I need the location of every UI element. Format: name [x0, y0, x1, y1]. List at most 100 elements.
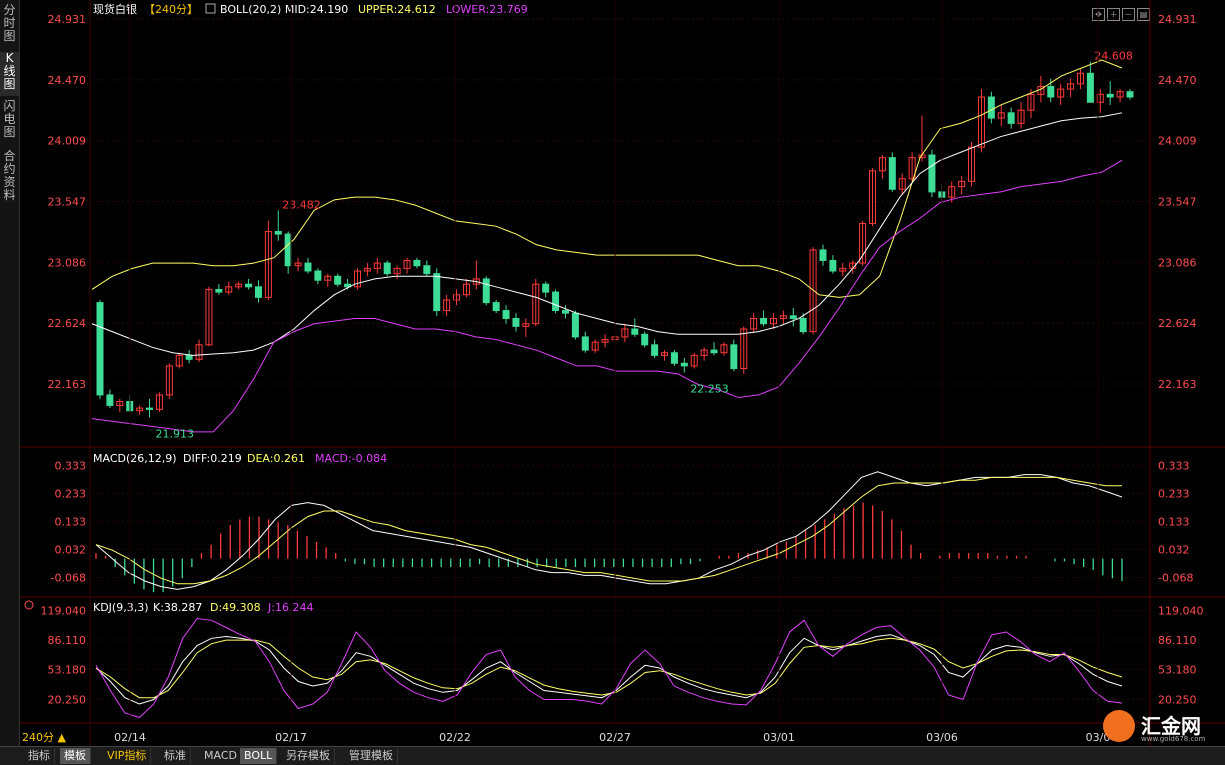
header-boll-mid: BOLL(20,2) MID:24.190 [220, 3, 348, 16]
macd-header-name: MACD(26,12,9) [93, 452, 177, 465]
bottom-tab-1[interactable]: 模板 [60, 748, 91, 764]
y-tick-left: 22.624 [48, 317, 87, 330]
candle-body [146, 407, 154, 410]
candle-body [581, 336, 589, 351]
candle-body [631, 328, 639, 335]
candle-body [1007, 112, 1015, 124]
x-tick-label: 02/14 [114, 731, 146, 744]
price-annotation-low: 22.253 [690, 383, 729, 396]
kdj-y-tick-left: 53.180 [48, 664, 87, 677]
kdj-header-k: K:38.287 [153, 601, 202, 614]
candle-body [651, 344, 659, 356]
x-tick-label: 02/27 [599, 731, 631, 744]
candle-body [542, 283, 550, 293]
boll-lower-line [91, 159, 1123, 433]
y-tick-right: 22.163 [1158, 378, 1197, 391]
kdj-settings-icon [24, 600, 34, 610]
candle-body [512, 317, 520, 327]
kdj-j-line [95, 617, 1123, 719]
candle-body [433, 273, 441, 312]
bottom-tab-2[interactable]: VIP指标 [103, 748, 152, 764]
candle-body [928, 154, 936, 193]
candle-body [1126, 91, 1134, 98]
header-boll-lower: LOWER:23.769 [446, 3, 528, 16]
candle-body [680, 362, 688, 367]
kdj-header-name: KDJ(9,3,3) [93, 601, 149, 614]
y-tick-right: 24.009 [1158, 135, 1197, 148]
kdj-y-tick-right: 20.250 [1158, 693, 1197, 706]
candle-body [552, 291, 560, 312]
candle-body [571, 312, 579, 338]
y-tick-left: 23.547 [48, 196, 87, 209]
y-tick-right: 23.547 [1158, 196, 1197, 209]
candle-body [314, 270, 322, 281]
candle-body [334, 275, 342, 285]
boll-upper-line [91, 59, 1123, 298]
bottom-toolbar: 指标 模板 VIP指标 标准 MACD BOLL 另存模板 管理模板 [0, 746, 1225, 765]
y-tick-right: 23.086 [1158, 256, 1197, 269]
candle-body [254, 286, 262, 298]
price-annotation-high: 23.482 [282, 198, 321, 211]
kdj-header-j: J:16.244 [267, 601, 313, 614]
chart-area[interactable]: 24.931 24.931 24.470 24.470 24.009 24.009 23.5… [0, 0, 1225, 746]
y-tick-right: 22.624 [1158, 317, 1197, 330]
x-tick-label: 03/01 [763, 731, 795, 744]
header-boll-upper: UPPER:24.612 [358, 3, 436, 16]
kdj-y-tick-left: 119.040 [41, 604, 87, 617]
kdj-y-tick-right: 53.180 [1158, 664, 1197, 677]
candle-body [819, 249, 827, 261]
boll-indicator-icon [205, 3, 216, 14]
candle-body [760, 317, 768, 325]
candle-body [502, 310, 510, 319]
candle-body [215, 288, 223, 293]
bottom-tab-6[interactable]: 另存模板 [282, 748, 335, 764]
kdj-y-tick-right: 119.040 [1158, 604, 1204, 617]
candle-body [987, 96, 995, 119]
header-period: 【240分】 [144, 3, 198, 16]
candle-body [730, 344, 738, 370]
x-tick-label: 02/17 [275, 731, 307, 744]
candle-body [245, 283, 253, 288]
y-tick-left: 22.163 [48, 378, 87, 391]
macd-header-diff: DIFF:0.219 [183, 452, 242, 465]
logo-url: www.gold678.com [1141, 735, 1206, 743]
candle-body [274, 230, 282, 235]
kdj-y-tick-left: 20.250 [48, 693, 87, 706]
macd-header-macd: MACD:-0.084 [315, 452, 387, 465]
x-tick-label: 02/22 [439, 731, 471, 744]
macd-y-tick-right: -0.068 [1158, 572, 1193, 585]
candle-body [423, 265, 431, 275]
candle-body [185, 354, 193, 360]
candle-body [1086, 72, 1094, 103]
x-tick-label: 03/06 [926, 731, 958, 744]
candle-body [710, 349, 718, 354]
bottom-tab-7[interactable]: 管理模板 [345, 748, 398, 764]
y-tick-left: 24.931 [48, 13, 87, 26]
period-indicator[interactable]: 240分 ▲ [22, 729, 66, 745]
candle-body [789, 315, 797, 319]
macd-y-tick-left: -0.068 [51, 572, 86, 585]
macd-y-tick-right: 0.032 [1158, 544, 1190, 557]
bottom-tab-0[interactable]: 指标 [24, 748, 55, 764]
bottom-tab-3[interactable]: 标准 [160, 748, 191, 764]
candle-body [799, 317, 807, 333]
macd-y-tick-left: 0.233 [55, 487, 87, 500]
macd-y-tick-left: 0.133 [55, 515, 87, 528]
candle-body [1106, 93, 1114, 98]
kdj-d-line [95, 637, 1123, 699]
macd-y-tick-right: 0.133 [1158, 515, 1190, 528]
macd-y-tick-right: 0.333 [1158, 459, 1190, 472]
y-tick-right: 24.470 [1158, 74, 1197, 87]
candle-body [413, 259, 421, 267]
bottom-tab-5[interactable]: BOLL [240, 748, 278, 764]
candle-body [888, 157, 896, 190]
price-annotation-high: 24.608 [1094, 50, 1133, 63]
candle-body [1047, 85, 1055, 98]
candle-body [492, 302, 500, 312]
y-tick-left: 23.086 [48, 256, 87, 269]
candle-body [670, 352, 678, 364]
candle-body [641, 333, 649, 346]
bottom-tab-4[interactable]: MACD [200, 748, 242, 764]
kdj-y-tick-right: 86.110 [1158, 634, 1197, 647]
kdj-y-tick-left: 86.110 [48, 634, 87, 647]
